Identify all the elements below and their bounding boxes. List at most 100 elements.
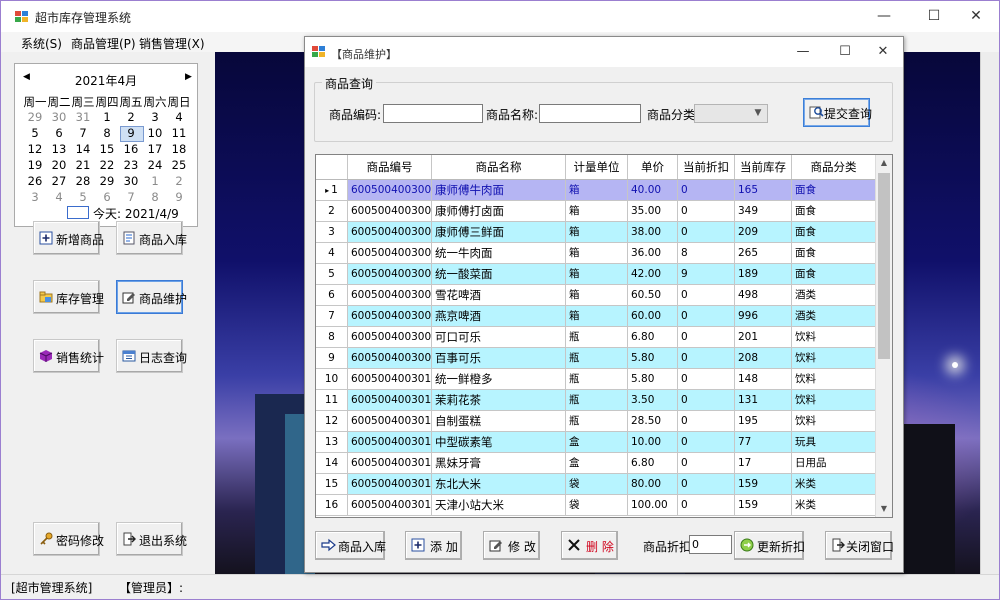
cell-name[interactable]: 天津小站大米 [432,495,566,516]
cell-code[interactable]: 6005004003002 [348,201,432,222]
row-header[interactable]: 3 [316,222,348,243]
cell-code[interactable]: 6005004003001 [348,180,432,201]
table-row[interactable]: 11 6005004003011 茉莉花茶瓶 3.50 0 131 饮料 [316,390,876,411]
cell-disc[interactable]: 0 [678,495,735,516]
col-header-discount[interactable]: 当前折扣 [678,155,735,179]
stock-in-button[interactable]: 商品入库 [116,221,187,255]
cell-name[interactable]: 百事可乐 [432,348,566,369]
table-row[interactable]: 14 6005004003014 黑妹牙膏盒 6.80 0 17 日用品 [316,453,876,474]
cell-unit[interactable]: 袋 [566,474,628,495]
cell-price[interactable]: 6.80 [628,327,678,348]
calendar-day[interactable]: 31 [71,110,95,124]
row-header[interactable]: 7 [316,306,348,327]
calendar-day[interactable]: 5 [23,126,47,140]
cell-cat[interactable]: 面食 [792,264,876,285]
cell-unit[interactable]: 箱 [566,201,628,222]
cell-name[interactable]: 茉莉花茶 [432,390,566,411]
cell-code[interactable]: 6005004003003 [348,222,432,243]
name-input[interactable] [539,104,641,123]
close-window-button[interactable]: 关闭窗口 [825,531,894,560]
cell-name[interactable]: 自制蛋糕 [432,411,566,432]
table-row[interactable]: 5 6005004003005 统一酸菜面箱 42.00 9 189 面食 [316,264,876,285]
grid-scrollbar[interactable]: ▲ ▼ [875,155,892,517]
cell-cat[interactable]: 饮料 [792,348,876,369]
product-grid[interactable]: 商品编号 商品名称 计量单位 单价 当前折扣 当前库存 商品分类 ▸ 1 60050… [315,154,893,518]
dialog-stock-in-button[interactable]: 商品入库 [315,531,386,560]
calendar-day[interactable]: 29 [95,174,119,188]
cell-cat[interactable]: 面食 [792,201,876,222]
table-row[interactable]: 12 6005004003012 自制蛋糕瓶 28.50 0 195 饮料 [316,411,876,432]
cell-stock[interactable]: 195 [735,411,792,432]
calendar-day[interactable]: 1 [143,174,167,188]
cell-price[interactable]: 42.00 [628,264,678,285]
cell-code[interactable]: 6005004003011 [348,390,432,411]
row-header[interactable]: 16 [316,495,348,516]
row-header[interactable]: 5 [316,264,348,285]
cell-code[interactable]: 6005004003016 [348,495,432,516]
cell-cat[interactable]: 日用品 [792,453,876,474]
cell-code[interactable]: 6005004003014 [348,453,432,474]
cell-stock[interactable]: 189 [735,264,792,285]
calendar-day[interactable]: 12 [23,142,47,156]
table-row[interactable]: 10 6005004003010 统一鲜橙多瓶 5.80 0 148 饮料 [316,369,876,390]
calendar-day[interactable]: 14 [71,142,95,156]
calendar-day[interactable]: 9 [119,126,143,140]
calendar-day[interactable]: 8 [95,126,119,140]
cell-stock[interactable]: 77 [735,432,792,453]
cell-stock[interactable]: 148 [735,369,792,390]
cell-stock[interactable]: 159 [735,495,792,516]
cell-name[interactable]: 康师傅三鲜面 [432,222,566,243]
row-header[interactable]: 8 [316,327,348,348]
cell-disc[interactable]: 0 [678,285,735,306]
cell-code[interactable]: 6005004003009 [348,348,432,369]
cell-price[interactable]: 80.00 [628,474,678,495]
table-row[interactable]: 6 6005004003006 雪花啤酒箱 60.50 0 498 酒类 [316,285,876,306]
maximize-button[interactable]: ☐ [911,1,957,32]
cell-code[interactable]: 6005004003010 [348,369,432,390]
cell-name[interactable]: 康师傅打卤面 [432,201,566,222]
cell-price[interactable]: 10.00 [628,432,678,453]
col-header-price[interactable]: 单价 [628,155,678,179]
cell-disc[interactable]: 0 [678,432,735,453]
cell-unit[interactable]: 箱 [566,243,628,264]
calendar-day[interactable]: 30 [119,174,143,188]
cell-price[interactable]: 100.00 [628,495,678,516]
cell-price[interactable]: 60.50 [628,285,678,306]
cell-disc[interactable]: 0 [678,180,735,201]
calendar-day[interactable]: 24 [143,158,167,172]
calendar-day[interactable]: 5 [71,190,95,204]
calendar-day[interactable]: 16 [119,142,143,156]
edit-button[interactable]: 修 改 [483,531,540,560]
calendar-day[interactable]: 8 [143,190,167,204]
table-row[interactable]: 16 6005004003016 天津小站大米袋 100.00 0 159 米类 [316,495,876,516]
cell-code[interactable]: 6005004003008 [348,327,432,348]
table-row[interactable]: 15 6005004003015 东北大米袋 80.00 0 159 米类 [316,474,876,495]
cell-name[interactable]: 黑妹牙膏 [432,453,566,474]
cell-name[interactable]: 康师傅牛肉面 [432,180,566,201]
row-header[interactable]: 6 [316,285,348,306]
cell-price[interactable]: 5.80 [628,369,678,390]
cell-price[interactable]: 28.50 [628,411,678,432]
cell-disc[interactable]: 0 [678,327,735,348]
menu-system[interactable]: 系统(S) [21,35,62,52]
row-header[interactable]: 12 [316,411,348,432]
cell-stock[interactable]: 131 [735,390,792,411]
cell-unit[interactable]: 瓶 [566,327,628,348]
table-row[interactable]: 9 6005004003009 百事可乐瓶 5.80 0 208 饮料 [316,348,876,369]
cell-stock[interactable]: 201 [735,327,792,348]
scroll-down-icon[interactable]: ▼ [876,501,892,517]
delete-button[interactable]: 删 除 [561,531,618,560]
add-product-button[interactable]: 新增商品 [33,221,104,255]
calendar-day[interactable]: 11 [167,126,191,140]
cell-unit[interactable]: 箱 [566,306,628,327]
cell-stock[interactable]: 209 [735,222,792,243]
cell-unit[interactable]: 箱 [566,180,628,201]
calendar-today-label[interactable]: 今天: 2021/4/9 [93,205,179,222]
calendar-day[interactable]: 6 [95,190,119,204]
col-header-name[interactable]: 商品名称 [432,155,566,179]
calendar-day[interactable]: 7 [119,190,143,204]
cell-cat[interactable]: 饮料 [792,369,876,390]
product-maintain-button[interactable]: 商品维护 [116,280,187,314]
cell-name[interactable]: 统一牛肉面 [432,243,566,264]
row-header[interactable]: 10 [316,369,348,390]
